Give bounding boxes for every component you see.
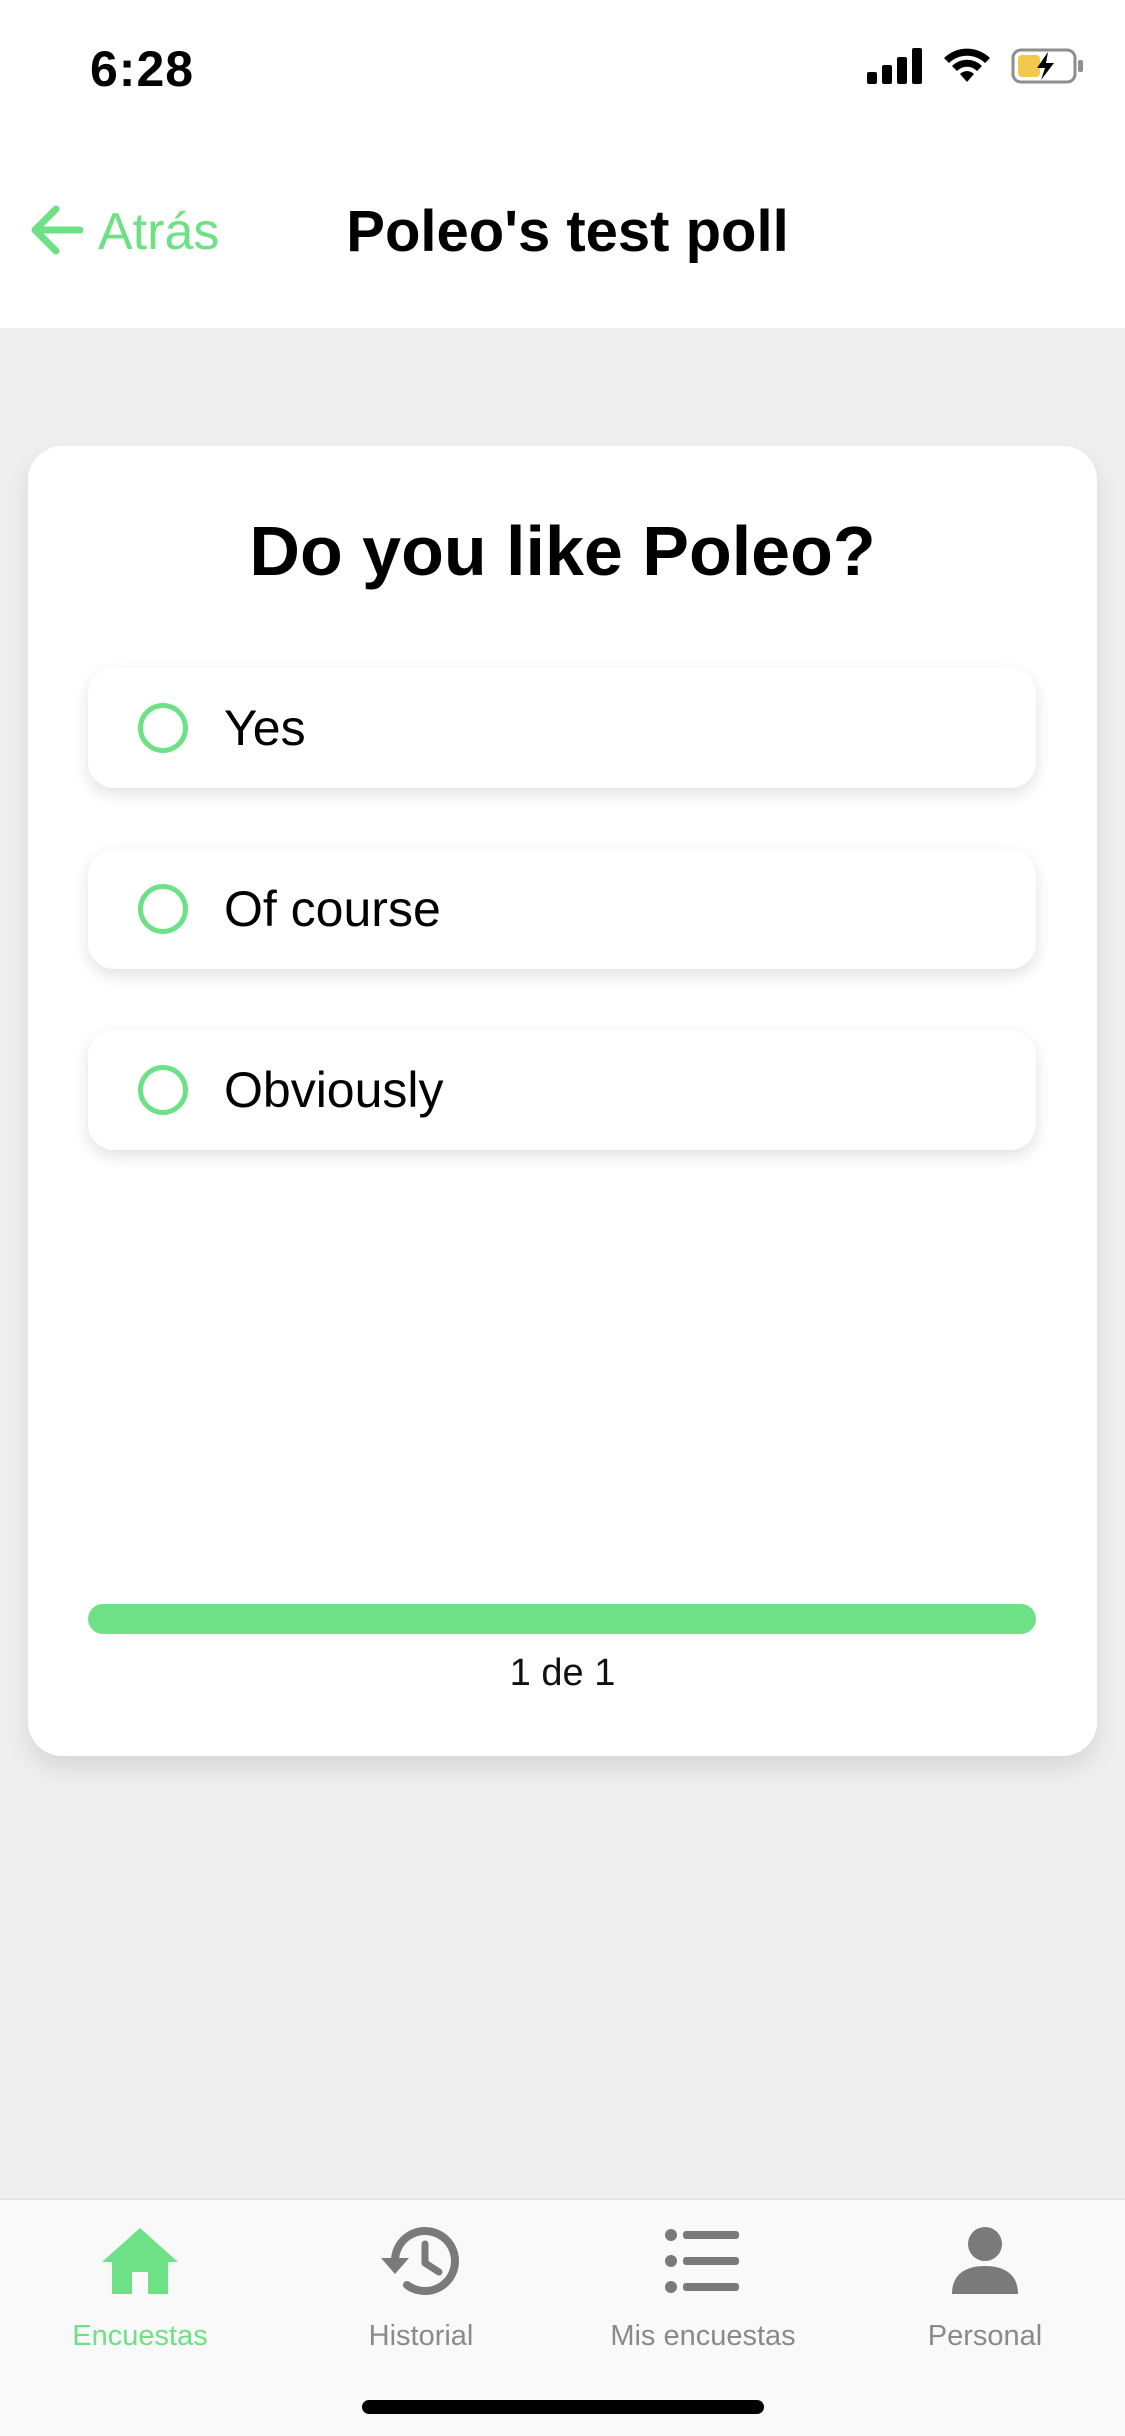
tab-label: Historial: [368, 2320, 474, 2352]
tab-mis-encuestas[interactable]: Mis encuestas: [573, 2220, 833, 2360]
page-title: Poleo's test poll: [346, 199, 789, 264]
option-label: Of course: [224, 881, 441, 937]
radio-unchecked-icon[interactable]: [138, 884, 188, 934]
person-icon: [950, 2220, 1020, 2302]
tab-encuestas[interactable]: Encuestas: [10, 2220, 270, 2360]
poll-question: Do you like Poleo?: [249, 512, 876, 590]
poll-option-yes[interactable]: Yes: [88, 668, 1036, 788]
screen: 6:28 Atrás Poleo's test poll Do you like…: [0, 0, 1125, 2436]
signal-icon: [867, 48, 923, 89]
status-icons: [867, 48, 1085, 89]
wifi-icon: [943, 48, 991, 89]
history-icon: [379, 2220, 463, 2302]
tab-label: Encuestas: [72, 2320, 208, 2352]
tab-label: Mis encuestas: [610, 2320, 796, 2352]
nav-header: Atrás Poleo's test poll: [0, 132, 1125, 328]
battery-charging-icon: [1011, 48, 1085, 89]
tab-label: Personal: [927, 2320, 1043, 2352]
progress-text: 1 de 1: [509, 1652, 616, 1694]
radio-unchecked-icon[interactable]: [138, 1065, 188, 1115]
status-time: 6:28: [90, 41, 195, 97]
home-indicator: [362, 2400, 764, 2414]
tab-personal[interactable]: Personal: [855, 2220, 1115, 2360]
poll-option-obviously[interactable]: Obviously: [88, 1030, 1036, 1150]
radio-unchecked-icon[interactable]: [138, 703, 188, 753]
poll-option-of-course[interactable]: Of course: [88, 849, 1036, 969]
tab-historial[interactable]: Historial: [291, 2220, 551, 2360]
progress-bar: [88, 1604, 1036, 1634]
option-label: Yes: [224, 700, 306, 756]
option-label: Obviously: [224, 1062, 444, 1118]
home-icon: [100, 2220, 180, 2302]
poll-card: Do you like Poleo? Yes Of course Obvious…: [28, 446, 1097, 1756]
status-bar: 6:28: [0, 0, 1125, 132]
progress-fill: [88, 1604, 1036, 1634]
list-icon: [665, 2220, 741, 2302]
